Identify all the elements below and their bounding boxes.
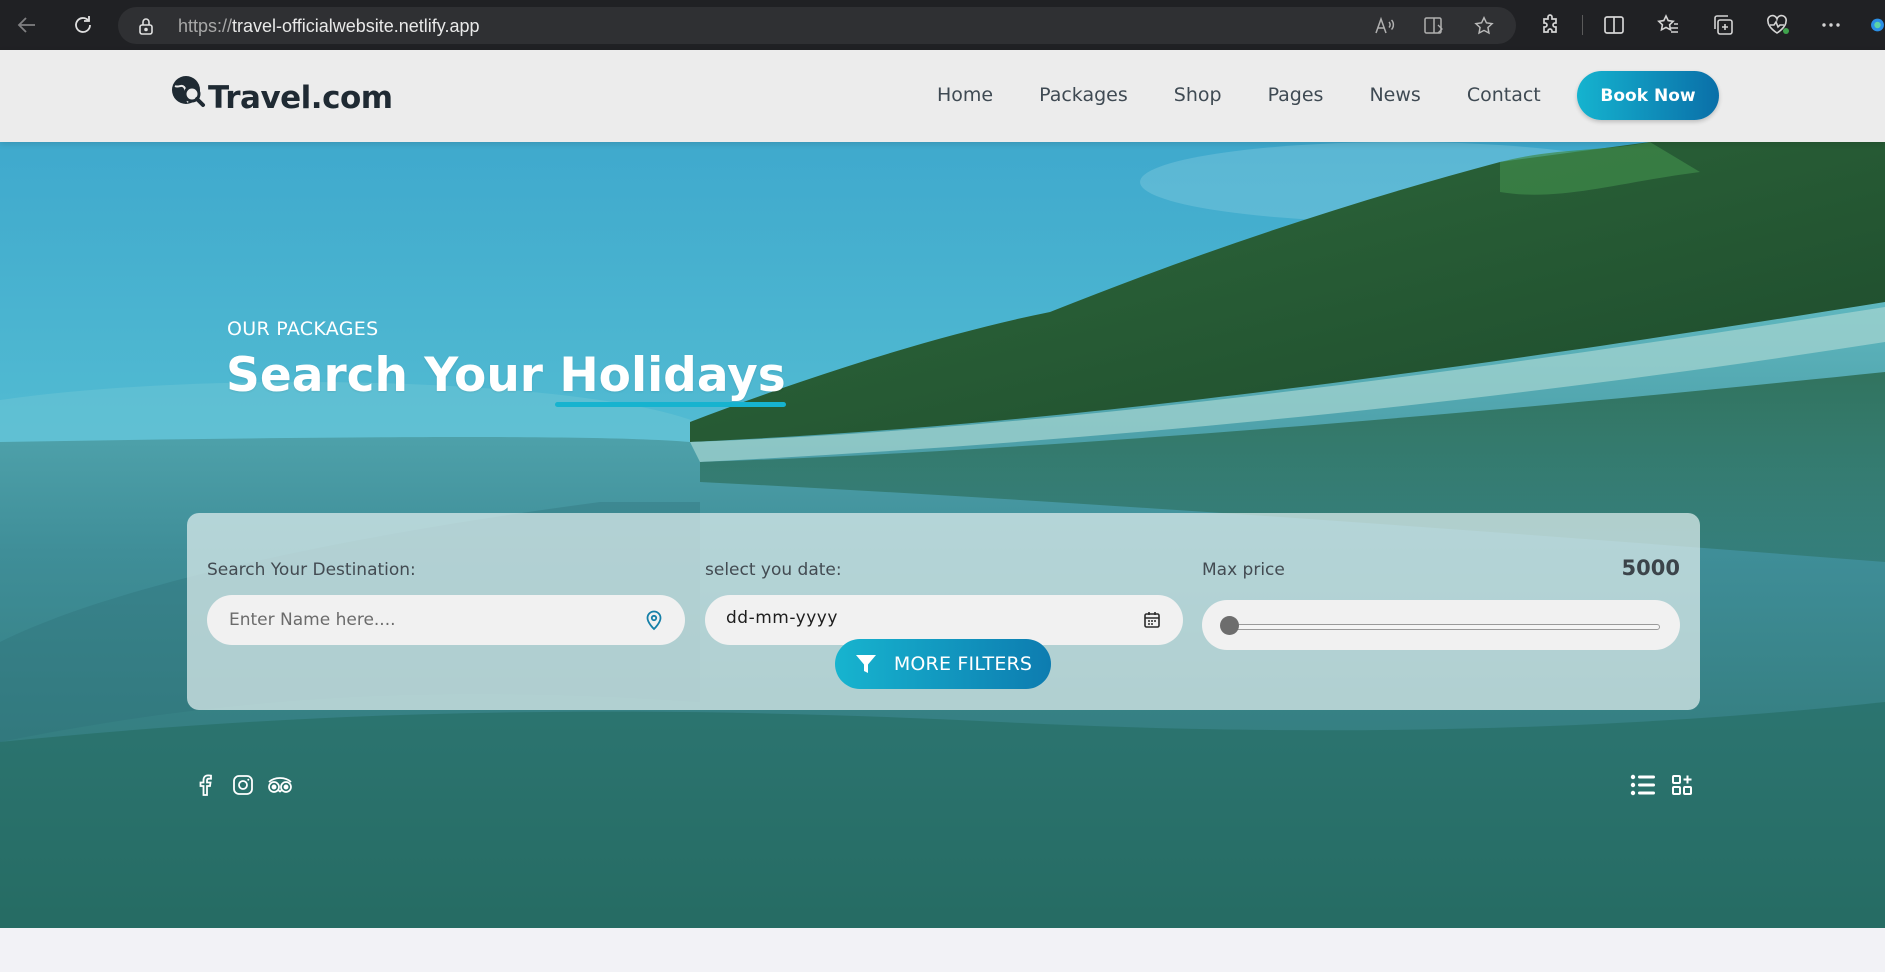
nav-shop[interactable]: Shop: [1174, 84, 1222, 106]
globe-search-logo-icon: [172, 76, 205, 107]
url-protocol: https://: [178, 16, 233, 36]
date-input[interactable]: dd-mm-yyyy: [726, 608, 838, 628]
main-nav: Home Packages Shop Pages News Contact: [937, 84, 1541, 106]
list-view-icon[interactable]: [1628, 770, 1658, 800]
slider-track[interactable]: [1232, 624, 1660, 630]
calendar-icon[interactable]: [1141, 609, 1163, 631]
date-field[interactable]: dd-mm-yyyy: [705, 595, 1183, 645]
instagram-icon[interactable]: [228, 770, 258, 800]
book-now-button[interactable]: Book Now: [1577, 71, 1719, 120]
page-bottom-strip: [0, 928, 1885, 972]
read-aloud-icon[interactable]: [1374, 15, 1396, 37]
price-slider[interactable]: [1202, 600, 1680, 650]
address-bar[interactable]: https://travel-officialwebsite.netlify.a…: [118, 7, 1516, 44]
max-price-value: 5000: [1621, 556, 1680, 580]
browser-toolbar: https://travel-officialwebsite.netlify.a…: [0, 0, 1885, 50]
hero-title-highlight: Holidays: [555, 348, 787, 407]
copilot-icon[interactable]: [1870, 11, 1885, 39]
nav-pages[interactable]: Pages: [1268, 84, 1324, 106]
destination-field[interactable]: [207, 595, 685, 645]
logo-text: Travel.com: [208, 80, 393, 116]
hero-title: Search Your Holidays: [226, 348, 787, 407]
site-logo[interactable]: Travel.com: [170, 70, 393, 116]
destination-input[interactable]: [227, 595, 635, 645]
split-screen-icon[interactable]: [1600, 11, 1628, 39]
url-text: https://travel-officialwebsite.netlify.a…: [178, 16, 480, 37]
tripadvisor-icon[interactable]: [265, 770, 295, 800]
immersive-reader-icon[interactable]: [1423, 15, 1445, 37]
lock-icon: [139, 18, 153, 35]
search-panel: Search Your Destination: select you date…: [187, 513, 1700, 710]
nav-home[interactable]: Home: [937, 84, 993, 106]
url-host: travel-officialwebsite.netlify.app: [232, 16, 480, 36]
back-arrow-icon: [17, 17, 35, 33]
favorites-icon[interactable]: [1654, 11, 1682, 39]
toolbar-divider: [1582, 15, 1583, 35]
reload-icon: [75, 16, 91, 33]
hero-title-plain: Search Your: [226, 348, 560, 403]
slider-thumb[interactable]: [1220, 616, 1239, 635]
more-menu-icon[interactable]: [1817, 11, 1845, 39]
location-pin-icon: [646, 610, 662, 631]
nav-news[interactable]: News: [1369, 84, 1420, 106]
more-filters-button[interactable]: MORE FILTERS: [835, 639, 1051, 689]
back-button[interactable]: [8, 6, 46, 44]
nav-packages[interactable]: Packages: [1039, 84, 1128, 106]
favorite-star-icon[interactable]: [1473, 15, 1495, 37]
facebook-icon[interactable]: [190, 770, 220, 800]
collections-icon[interactable]: [1709, 11, 1737, 39]
date-label: select you date:: [705, 560, 842, 580]
grid-view-icon[interactable]: [1667, 770, 1697, 800]
nav-contact[interactable]: Contact: [1467, 84, 1541, 106]
max-price-label: Max price: [1202, 560, 1285, 580]
filter-funnel-icon: [855, 655, 876, 673]
browser-essentials-icon[interactable]: [1764, 11, 1792, 39]
hero-subtitle: OUR PACKAGES: [227, 318, 379, 340]
extensions-icon[interactable]: [1537, 11, 1565, 39]
site-header: Travel.com Home Packages Shop Pages News…: [0, 50, 1885, 142]
hero-section: OUR PACKAGES Search Your Holidays Search…: [0, 142, 1885, 928]
more-filters-label: MORE FILTERS: [893, 653, 1033, 675]
reload-button[interactable]: [64, 6, 102, 44]
destination-label: Search Your Destination:: [207, 560, 416, 580]
